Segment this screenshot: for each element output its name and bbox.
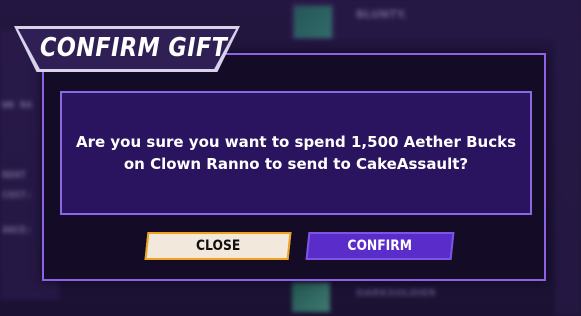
- background-label: WN RA: [2, 100, 33, 111]
- character-thumbnail: [292, 4, 334, 40]
- close-button[interactable]: CLOSE: [144, 232, 292, 260]
- background-player-name: DARKSOLDIER: [356, 288, 437, 299]
- confirm-button[interactable]: CONFIRM: [305, 232, 455, 260]
- game-screen: WN RA RENT COST: ANCE: BLUNTY. DARKSOLDI…: [0, 0, 581, 316]
- confirmation-message: Are you sure you want to spend 1,500 Aet…: [76, 133, 516, 173]
- background-label: RENT: [2, 170, 27, 181]
- confirm-button-label: CONFIRM: [347, 238, 413, 254]
- background-right-strip: [555, 40, 581, 316]
- dialog-title: CONFIRM GIFT: [40, 33, 228, 63]
- close-button-label: CLOSE: [195, 238, 241, 254]
- background-label: ANCE:: [2, 225, 33, 236]
- message-box: Are you sure you want to spend 1,500 Aet…: [60, 91, 532, 215]
- background-label: COST:: [2, 190, 33, 201]
- background-player-name: BLUNTY.: [356, 8, 407, 21]
- character-thumbnail: [292, 282, 330, 312]
